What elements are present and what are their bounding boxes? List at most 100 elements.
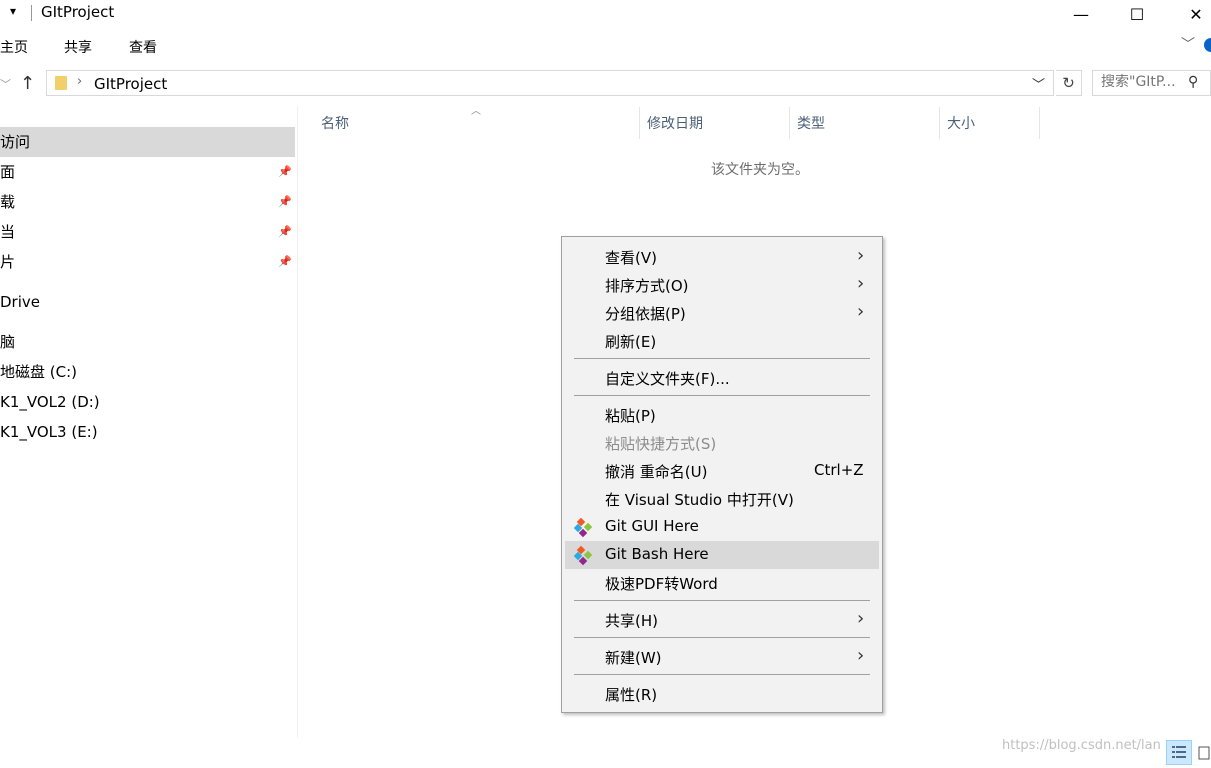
menu-item-label: 新建(W) (605, 649, 662, 667)
title-bar: ▾ GItProject — ☐ ✕ (0, 0, 1211, 28)
close-button[interactable]: ✕ (1173, 0, 1211, 28)
menu-item-view[interactable]: 查看(V) › (565, 243, 879, 271)
menu-item-sort-by[interactable]: 排序方式(O) › (565, 271, 879, 299)
menu-item-label: 极速PDF转Word (605, 575, 718, 593)
details-view-icon (1172, 746, 1186, 758)
menu-item-label: 查看(V) (605, 249, 657, 267)
sidebar-item-drive-e[interactable]: K1_VOL3 (E:) (0, 417, 295, 447)
column-header-date-modified[interactable]: 修改日期 (647, 113, 703, 133)
sort-ascending-icon: ︿ (471, 106, 481, 117)
sidebar-item-this-pc[interactable]: 脑 (0, 327, 295, 357)
breadcrumb-chevron-icon[interactable]: › (77, 74, 82, 89)
sidebar-item-drive-d[interactable]: K1_VOL2 (D:) (0, 387, 295, 417)
column-separator[interactable] (639, 107, 640, 139)
details-view-button[interactable] (1166, 740, 1192, 765)
address-bar[interactable]: › GItProject ﹀ (46, 70, 1054, 96)
sidebar-item-label: 载 (0, 193, 16, 211)
sidebar-item-label: 片 (0, 253, 16, 271)
breadcrumb-folder[interactable]: GItProject (94, 75, 167, 93)
column-header-size[interactable]: 大小 (947, 113, 975, 133)
search-input[interactable] (1101, 74, 1183, 90)
menu-item-label: Git Bash Here (605, 545, 709, 563)
sidebar-item-downloads[interactable]: 载 📌 (0, 187, 295, 217)
column-separator[interactable] (789, 107, 790, 139)
menu-item-shortcut: Ctrl+Z (814, 461, 864, 479)
sidebar-item-label: 脑 (0, 333, 16, 351)
maximize-button[interactable]: ☐ (1114, 0, 1160, 28)
menu-item-refresh[interactable]: 刷新(E) (565, 327, 879, 355)
sidebar-item-drive-c[interactable]: 地磁盘 (C:) (0, 357, 295, 387)
expand-ribbon-chevron-icon[interactable]: ﹀ (1181, 34, 1195, 54)
search-icon[interactable]: ⚲ (1188, 74, 1198, 90)
minimize-button[interactable]: — (1058, 0, 1104, 28)
address-dropdown-chevron-icon[interactable]: ﹀ (1032, 74, 1045, 93)
menu-item-git-bash-here[interactable]: Git Bash Here (565, 541, 879, 569)
pin-icon: 📌 (278, 165, 292, 178)
tab-home[interactable]: 主页 (0, 37, 28, 57)
menu-item-label: 刷新(E) (605, 333, 657, 351)
quick-access-dropdown-icon[interactable]: ▾ (10, 4, 16, 18)
sidebar-item-quick-access[interactable]: 访问 (0, 127, 295, 157)
menu-separator (574, 395, 870, 396)
watermark-text: https://blog.csdn.net/lan (1002, 738, 1161, 753)
large-icons-view-icon (1198, 746, 1210, 760)
folder-icon (55, 76, 67, 90)
pin-icon: 📌 (278, 255, 292, 268)
large-icons-view-button[interactable] (1196, 742, 1211, 764)
column-header-name[interactable]: 名称 (321, 113, 349, 133)
recent-locations-chevron-icon[interactable]: ﹀ (0, 76, 11, 92)
menu-item-label: 粘贴(P) (605, 407, 656, 425)
menu-item-git-gui-here[interactable]: Git GUI Here (565, 513, 879, 541)
help-icon[interactable] (1204, 38, 1211, 52)
submenu-arrow-icon: › (857, 245, 865, 266)
menu-separator (574, 674, 870, 675)
sidebar-item-documents[interactable]: 当 📌 (0, 217, 295, 247)
menu-item-undo-rename[interactable]: 撤消 重命名(U) Ctrl+Z (565, 457, 879, 485)
menu-item-paste-shortcut: 粘贴快捷方式(S) (565, 429, 879, 457)
navigation-pane: 访问 面 📌 载 📌 当 📌 片 📌 Drive 脑 地磁盘 (C:) K1_V… (0, 106, 298, 746)
empty-folder-message: 该文件夹为空。 (711, 162, 809, 178)
sidebar-item-desktop[interactable]: 面 📌 (0, 157, 295, 187)
menu-item-group-by[interactable]: 分组依据(P) › (565, 299, 879, 327)
menu-separator (574, 600, 870, 601)
menu-item-properties[interactable]: 属性(R) (565, 680, 879, 708)
menu-item-label: Git GUI Here (605, 517, 699, 535)
refresh-icon: ↻ (1062, 74, 1075, 92)
sidebar-item-label: K1_VOL2 (D:) (0, 393, 100, 411)
menu-item-new[interactable]: 新建(W) › (565, 643, 879, 671)
refresh-button[interactable]: ↻ (1056, 70, 1082, 96)
column-separator[interactable] (1039, 107, 1040, 139)
menu-item-share[interactable]: 共享(H) › (565, 606, 879, 634)
menu-separator (574, 358, 870, 359)
submenu-arrow-icon: › (857, 608, 865, 629)
menu-item-pdf-to-word[interactable]: 极速PDF转Word (565, 569, 879, 597)
search-box[interactable]: ⚲ (1092, 70, 1211, 96)
sidebar-item-pictures[interactable]: 片 📌 (0, 247, 295, 277)
column-separator[interactable] (939, 107, 940, 139)
submenu-arrow-icon: › (857, 645, 865, 666)
tab-view[interactable]: 查看 (129, 37, 157, 57)
menu-item-label: 粘贴快捷方式(S) (605, 435, 717, 453)
sidebar-item-label: 当 (0, 223, 16, 241)
sidebar-item-label: 面 (0, 163, 16, 181)
menu-item-label: 属性(R) (605, 686, 658, 704)
pin-icon: 📌 (278, 225, 292, 238)
menu-item-paste[interactable]: 粘贴(P) (565, 401, 879, 429)
menu-item-open-in-visual-studio[interactable]: 在 Visual Studio 中打开(V) (565, 485, 879, 513)
menu-item-label: 分组依据(P) (605, 305, 686, 323)
tab-share[interactable]: 共享 (64, 37, 92, 57)
column-header-type[interactable]: 类型 (797, 113, 825, 133)
git-icon (574, 546, 593, 566)
sidebar-item-label: Drive (0, 293, 40, 311)
git-icon (574, 518, 593, 538)
context-menu: 查看(V) › 排序方式(O) › 分组依据(P) › 刷新(E) 自定义文件夹… (561, 236, 883, 713)
menu-item-customize-folder[interactable]: 自定义文件夹(F)... (565, 364, 879, 392)
pane-divider[interactable] (297, 106, 298, 738)
sidebar-item-onedrive[interactable]: Drive (0, 287, 295, 317)
up-arrow-icon[interactable]: ↑ (20, 73, 35, 94)
menu-item-label: 共享(H) (605, 612, 658, 630)
submenu-arrow-icon: › (857, 273, 865, 294)
menu-separator (574, 637, 870, 638)
title-separator (31, 5, 32, 21)
sidebar-item-label: 访问 (0, 133, 31, 151)
